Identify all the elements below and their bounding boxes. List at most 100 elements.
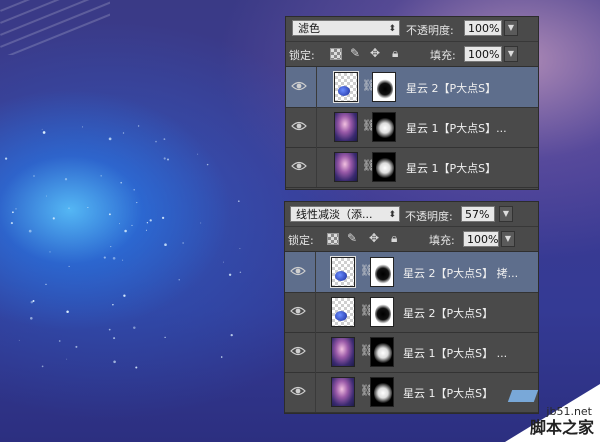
lock-transparent-pixels-icon[interactable] [327,233,339,245]
layer-mask-thumbnail[interactable] [372,112,396,142]
star [52,217,55,220]
layer-mask-thumbnail[interactable] [370,297,394,327]
star [182,242,184,244]
layers-panel-1: 滤色 ⬍ 不透明度: 100% ▼ 锁定: ✎ ✥ 🔒︎ 填充: 100% ▼ … [285,16,539,190]
visibility-eye-icon[interactable] [291,160,307,172]
fill-dropdown-button[interactable]: ▼ [501,231,515,247]
star [103,256,106,259]
star [110,246,112,248]
blend-mode-select[interactable]: 滤色 ⬍ [292,20,400,36]
layer-mask-thumbnail[interactable] [370,337,394,367]
layer-mask-thumbnail[interactable] [370,377,394,407]
fill-input[interactable]: 100% [464,46,502,62]
star [133,326,136,329]
star [197,153,199,155]
star [122,132,125,134]
layer-name[interactable]: 星云 2【P大点S】 [406,80,496,96]
layer-thumbnail[interactable] [331,337,355,367]
blend-row: 滤色 ⬍ 不透明度: 100% ▼ [286,17,538,42]
lock-all-padlock-icon[interactable]: 🔒︎ [391,232,397,244]
star [49,251,51,253]
layer-row[interactable]: ⛓︎ 星云 1【P大点S】 [285,372,538,413]
opacity-input[interactable]: 100% [464,20,502,36]
visibility-eye-icon[interactable] [290,265,306,277]
lock-label: 锁定: [288,234,314,247]
layer-name[interactable]: 星云 1【P大点S】 ... [403,345,507,361]
star [45,283,47,286]
star [112,257,116,260]
layer-mask-thumbnail[interactable] [370,257,394,287]
chain-link-icon[interactable]: ⛓︎ [362,159,376,173]
star [167,158,169,161]
layer-thumbnail[interactable] [333,71,359,103]
star [66,310,69,313]
star [58,340,61,342]
star [100,175,102,177]
star [124,229,127,233]
star [28,229,32,233]
layer-row[interactable]: ⛓︎ 星云 2【P大点S】 [285,292,538,333]
star [119,223,120,225]
lock-position-move-icon[interactable]: ✥ [369,232,379,244]
chain-link-icon[interactable]: ⛓︎ [360,384,374,398]
opacity-dropdown-button[interactable]: ▼ [499,206,513,222]
layer-name[interactable]: 星云 1【P大点S】 [406,160,496,176]
column-divider [316,147,317,187]
layer-row[interactable]: ⛓︎ 星云 2【P大点S】 [286,67,538,108]
layer-thumbnail[interactable] [331,377,355,407]
layer-row[interactable]: ⛓︎ 星云 1【P大点S】... [286,107,538,148]
layer-name[interactable]: 星云 1【P大点S】... [406,120,507,136]
star [137,125,140,127]
star [64,178,68,181]
star [135,366,138,369]
star [41,128,43,130]
chain-link-icon[interactable]: ⛓︎ [362,119,376,133]
fill-label: 填充: [430,49,456,62]
lock-transparent-pixels-icon[interactable] [330,48,342,60]
chain-link-icon[interactable]: ⛓︎ [360,344,374,358]
star [46,195,48,197]
layer-thumbnail[interactable] [331,297,355,327]
star [237,200,240,203]
lock-row: 锁定: ✎ ✥ 🔒︎ 填充: 100% ▼ [285,227,538,252]
layer-name[interactable]: 星云 2【P大点S】 [403,305,493,321]
visibility-eye-icon[interactable] [291,120,307,132]
star [146,222,149,224]
layer-thumbnail[interactable] [334,112,358,142]
watermark-tab [507,390,539,402]
layer-mask-thumbnail[interactable] [372,152,396,182]
layer-row[interactable]: ⛓︎ 星云 2【P大点S】 拷... [285,252,538,293]
layer-name[interactable]: 星云 2【P大点S】 拷... [403,265,518,281]
lock-paint-brush-icon[interactable]: ✎ [347,232,357,244]
layer-thumbnail[interactable] [334,152,358,182]
chain-link-icon[interactable]: ⛓︎ [362,79,376,93]
blend-mode-select[interactable]: 线性减淡（添... ⬍ [290,206,400,222]
layer-thumbnail[interactable] [330,256,356,288]
layer-mask-thumbnail[interactable] [372,72,396,102]
column-divider [315,292,316,332]
column-divider [316,67,317,107]
opacity-input[interactable]: 57% [461,206,495,222]
star [163,157,166,160]
visibility-eye-icon[interactable] [290,305,306,317]
layer-name[interactable]: 星云 1【P大点S】 [403,385,493,401]
opacity-dropdown-button[interactable]: ▼ [504,20,518,36]
lock-position-move-icon[interactable]: ✥ [370,47,380,59]
visibility-eye-icon[interactable] [290,345,306,357]
star [33,175,35,177]
fill-input[interactable]: 100% [463,231,499,247]
fill-dropdown-button[interactable]: ▼ [504,46,518,62]
visibility-eye-icon[interactable] [290,385,306,397]
lock-all-padlock-icon[interactable]: 🔒︎ [392,47,398,59]
visibility-eye-icon[interactable] [291,80,307,92]
layer-row[interactable]: ⛓︎ 星云 1【P大点S】 ... [285,332,538,373]
star [122,259,124,261]
star [133,189,135,191]
layer-row[interactable]: ⛓︎ 星云 1【P大点S】 [286,147,538,188]
lock-paint-brush-icon[interactable]: ✎ [350,47,360,59]
select-arrows-icon: ⬍ [388,24,396,34]
chain-link-icon[interactable]: ⛓︎ [360,264,374,278]
star [75,345,78,348]
chain-link-icon[interactable]: ⛓︎ [360,304,374,318]
opacity-label: 不透明度: [405,210,453,223]
